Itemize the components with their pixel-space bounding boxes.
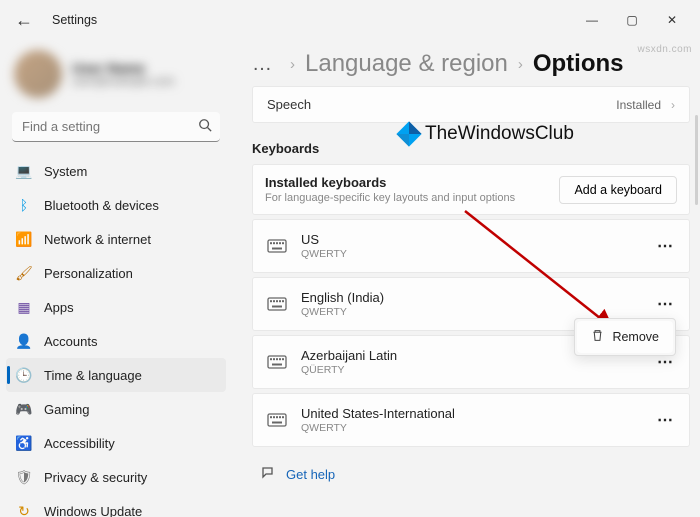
breadcrumb-current: Options — [533, 50, 624, 78]
installed-keyboards-subtitle: For language-specific key layouts and in… — [265, 192, 515, 204]
search-box — [12, 112, 220, 142]
nav-label: Privacy & security — [44, 470, 147, 485]
sidebar-item-time-language[interactable]: 🕒 Time & language — [6, 358, 226, 392]
nav-icon: 🎮 — [16, 401, 32, 417]
breadcrumb-parent[interactable]: Language & region — [305, 50, 508, 78]
minimize-button[interactable]: — — [572, 4, 612, 36]
sidebar-item-windows-update[interactable]: ↻ Windows Update — [6, 494, 226, 517]
remove-label: Remove — [612, 330, 659, 344]
nav-label: Apps — [44, 300, 74, 315]
sidebar-item-gaming[interactable]: 🎮 Gaming — [6, 392, 226, 426]
keyboard-name: English (India) — [301, 290, 384, 305]
search-input[interactable] — [12, 112, 220, 142]
nav-icon: ♿ — [16, 435, 32, 451]
sidebar-item-accounts[interactable]: 👤 Accounts — [6, 324, 226, 358]
chevron-right-icon: › — [671, 98, 675, 112]
sidebar-item-privacy-security[interactable]: 🛡 Privacy & security — [6, 460, 226, 494]
nav-icon: 🕒 — [16, 367, 32, 383]
nav-icon: 📶 — [16, 231, 32, 247]
speech-option-row[interactable]: Speech Installed › — [252, 86, 690, 123]
chevron-right-icon: › — [518, 56, 523, 73]
breadcrumb: … › Language & region › Options — [252, 50, 690, 78]
nav-label: Windows Update — [44, 504, 142, 517]
help-icon — [260, 465, 276, 484]
sidebar-item-accessibility[interactable]: ♿ Accessibility — [6, 426, 226, 460]
nav-icon: ↻ — [16, 503, 32, 517]
speech-label: Speech — [267, 97, 311, 112]
source-watermark: wsxdn.com — [637, 44, 692, 55]
trash-icon — [591, 329, 604, 345]
sidebar-item-personalization[interactable]: 🖌 Personalization — [6, 256, 226, 290]
window-title: Settings — [52, 13, 97, 27]
keyboard-icon — [267, 296, 287, 312]
nav-label: Personalization — [44, 266, 133, 281]
get-help-row: Get help — [260, 465, 690, 484]
keyboard-layout: QWERTY — [301, 248, 347, 260]
profile-block[interactable]: User Name user@example.com — [6, 40, 226, 108]
keyboard-layout: QÜERTY — [301, 364, 397, 376]
nav-icon: 🖌 — [16, 265, 32, 281]
sidebar-item-apps[interactable]: ▦ Apps — [6, 290, 226, 324]
get-help-link[interactable]: Get help — [286, 467, 335, 482]
back-button[interactable]: ← — [8, 4, 40, 36]
avatar — [14, 50, 62, 98]
profile-email: user@example.com — [72, 76, 174, 88]
nav-icon: 💻 — [16, 163, 32, 179]
nav-label: Accounts — [44, 334, 97, 349]
sidebar-item-bluetooth-devices[interactable]: ᛒ Bluetooth & devices — [6, 188, 226, 222]
keyboard-context-menu: Remove — [574, 318, 676, 356]
nav-label: Accessibility — [44, 436, 115, 451]
nav-icon: 👤 — [16, 333, 32, 349]
nav-label: Bluetooth & devices — [44, 198, 159, 213]
nav-icon: 🛡 — [16, 469, 32, 485]
breadcrumb-overflow-button[interactable]: … — [252, 53, 274, 76]
keyboard-layout: QWERTY — [301, 422, 455, 434]
keyboard-name: United States-International — [301, 406, 455, 421]
keyboard-layout: QWERTY — [301, 306, 384, 318]
nav-icon: ᛒ — [16, 197, 32, 213]
installed-keyboards-title: Installed keyboards — [265, 175, 515, 190]
nav-label: Gaming — [44, 402, 90, 417]
nav-label: Time & language — [44, 368, 142, 383]
remove-menu-item[interactable]: Remove — [577, 321, 673, 353]
sidebar: User Name user@example.com 💻 System ᛒ Bluet… — [0, 40, 232, 517]
maximize-button[interactable]: ▢ — [612, 4, 652, 36]
nav-label: Network & internet — [44, 232, 151, 247]
keyboard-row: United States-InternationalQWERTY ⋯ — [252, 393, 690, 447]
title-bar: ← Settings — ▢ ✕ — [0, 0, 700, 40]
speech-state: Installed › — [616, 98, 675, 112]
keyboard-name: Azerbaijani Latin — [301, 348, 397, 363]
keyboard-more-button[interactable]: ⋯ — [657, 236, 675, 256]
chevron-right-icon: › — [290, 56, 295, 73]
keyboard-icon — [267, 412, 287, 428]
window-controls: — ▢ ✕ — [572, 4, 692, 36]
keyboard-icon — [267, 354, 287, 370]
keyboard-icon — [267, 238, 287, 254]
profile-name: User Name — [72, 60, 174, 76]
keyboard-name: US — [301, 232, 347, 247]
sidebar-item-network-internet[interactable]: 📶 Network & internet — [6, 222, 226, 256]
search-icon — [198, 118, 212, 135]
nav-icon: ▦ — [16, 299, 32, 315]
sidebar-item-system[interactable]: 💻 System — [6, 154, 226, 188]
add-keyboard-button[interactable]: Add a keyboard — [559, 176, 677, 204]
keyboard-more-button[interactable]: ⋯ — [657, 410, 675, 430]
main-content: … › Language & region › Options Speech I… — [232, 40, 700, 517]
installed-keyboards-row: Installed keyboards For language-specifi… — [252, 164, 690, 215]
scrollbar-thumb[interactable] — [695, 115, 698, 205]
keyboard-more-button[interactable]: ⋯ — [657, 294, 675, 314]
nav-label: System — [44, 164, 87, 179]
close-button[interactable]: ✕ — [652, 4, 692, 36]
keyboard-row: USQWERTY ⋯ — [252, 219, 690, 273]
keyboards-section-title: Keyboards — [252, 141, 690, 156]
